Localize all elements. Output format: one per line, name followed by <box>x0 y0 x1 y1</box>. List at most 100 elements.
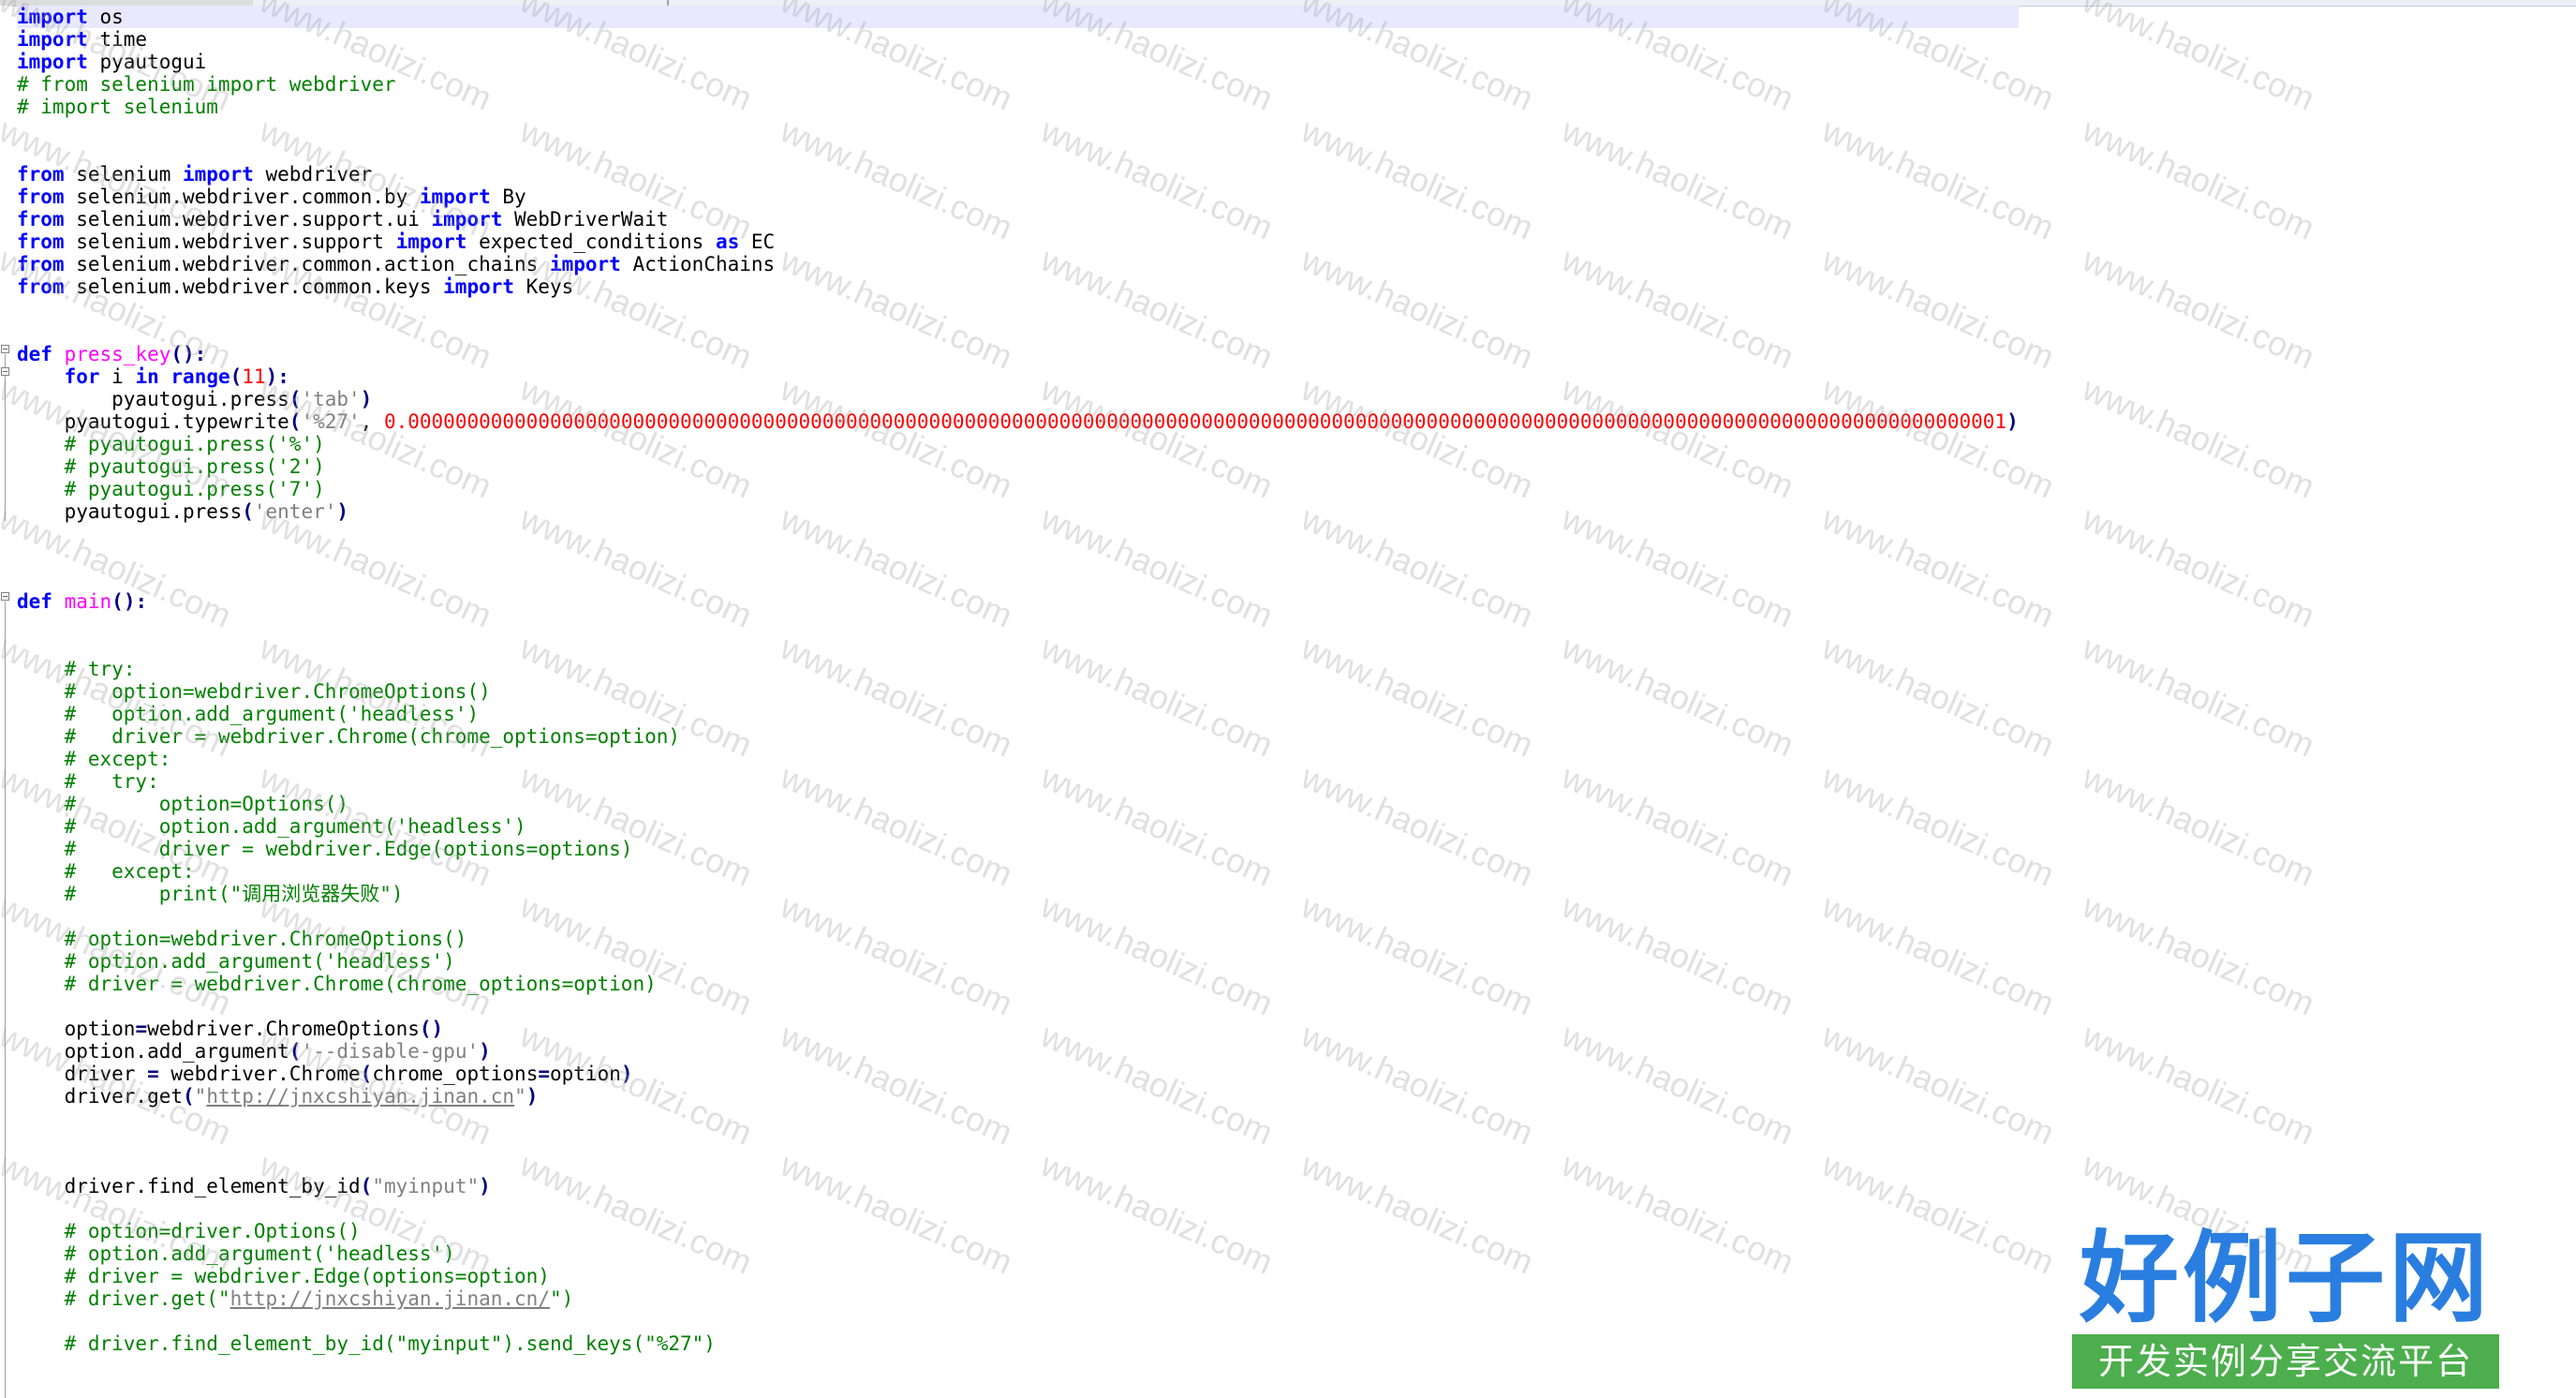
code-line[interactable]: from selenium import webdriver <box>17 163 2019 186</box>
code-line[interactable]: driver.get("http://jnxcshiyan.jinan.cn") <box>17 1085 2019 1108</box>
code-line[interactable]: from selenium.webdriver.support import e… <box>17 231 2019 253</box>
code-token-op: ) <box>479 1040 491 1063</box>
fold-toggle-press-key[interactable] <box>1 345 9 353</box>
code-line[interactable] <box>17 905 2019 928</box>
code-line[interactable]: # except: <box>17 860 2019 883</box>
code-token-plain: webdriver.ChromeOptions <box>147 1018 420 1040</box>
code-token-kw: import <box>443 275 515 298</box>
code-token-op: (): <box>111 590 148 613</box>
code-line[interactable]: # option.add_argument('headless') <box>17 1242 2019 1265</box>
code-token-com: # driver = webdriver.Chrome(chrome_optio… <box>64 725 681 748</box>
code-line[interactable]: import os <box>17 6 2019 28</box>
code-line[interactable]: # option=driver.Options() <box>17 1220 2019 1242</box>
code-line[interactable]: def main(): <box>17 590 2019 613</box>
code-token-kw: def <box>17 590 52 613</box>
code-line[interactable] <box>17 1197 2019 1220</box>
code-line[interactable]: from selenium.webdriver.support.ui impor… <box>17 208 2019 231</box>
code-line[interactable]: for i in range(11): <box>17 365 2019 388</box>
code-line[interactable]: # driver = webdriver.Edge(options=option… <box>17 838 2019 860</box>
code-line[interactable] <box>17 1130 2019 1153</box>
code-line[interactable]: option.add_argument('--disable-gpu') <box>17 1040 2019 1063</box>
code-line[interactable]: from selenium.webdriver.common.keys impo… <box>17 275 2019 298</box>
code-line[interactable]: # pyautogui.press('2') <box>17 455 2019 478</box>
code-token-plain: chrome_options <box>372 1063 539 1085</box>
code-line[interactable]: import time <box>17 28 2019 51</box>
code-line[interactable]: # driver = webdriver.Chrome(chrome_optio… <box>17 725 2019 748</box>
code-line[interactable]: # option=Options() <box>17 793 2019 815</box>
code-line[interactable] <box>17 1377 2019 1398</box>
code-line[interactable] <box>17 141 2019 163</box>
fold-range-line <box>5 354 6 521</box>
code-line[interactable] <box>17 523 2019 545</box>
code-line[interactable] <box>17 1355 2019 1377</box>
code-token-op: ( <box>289 410 302 433</box>
code-line[interactable]: # from selenium import webdriver <box>17 73 2019 96</box>
code-line[interactable]: # option=webdriver.ChromeOptions() <box>17 928 2019 950</box>
code-token-plain: pyautogui.typewrite <box>17 410 289 433</box>
code-token-op: ) <box>526 1085 539 1108</box>
code-token-link[interactable]: http://jnxcshiyan.jinan.cn <box>206 1085 514 1108</box>
code-line[interactable]: # try: <box>17 770 2019 793</box>
code-line[interactable]: driver.find_element_by_id("myinput") <box>17 1175 2019 1197</box>
code-line[interactable]: pyautogui.press('tab') <box>17 388 2019 410</box>
code-line[interactable] <box>17 613 2019 635</box>
code-line[interactable]: # option=webdriver.ChromeOptions() <box>17 680 2019 703</box>
code-token-str: " <box>514 1085 526 1108</box>
code-token-kw: range <box>170 365 230 388</box>
code-line[interactable] <box>17 1108 2019 1130</box>
code-line[interactable] <box>17 635 2019 658</box>
code-token-plain: option.add_argument <box>17 1040 289 1063</box>
code-line[interactable] <box>17 320 2019 343</box>
code-line[interactable]: # driver.get("http://jnxcshiyan.jinan.cn… <box>17 1287 2019 1310</box>
code-line[interactable]: # pyautogui.press('%') <box>17 433 2019 455</box>
fold-toggle-main[interactable] <box>1 592 9 601</box>
code-line[interactable] <box>17 995 2019 1018</box>
code-token-com: # option=webdriver.ChromeOptions() <box>64 928 467 950</box>
code-text-area[interactable]: import os import time import pyautogui # fr… <box>17 6 2019 1398</box>
code-token-op: ) <box>479 1175 491 1197</box>
code-line[interactable]: # print("调用浏览器失败") <box>17 883 2019 905</box>
code-line[interactable]: # except: <box>17 748 2019 770</box>
watermark-text: www.haolizi.com <box>2077 886 2321 1023</box>
code-line[interactable] <box>17 568 2019 590</box>
code-line[interactable] <box>17 118 2019 141</box>
code-line[interactable] <box>17 1153 2019 1175</box>
code-line[interactable]: # import selenium <box>17 96 2019 118</box>
code-line[interactable]: pyautogui.press('enter') <box>17 500 2019 523</box>
code-line[interactable]: # driver = webdriver.Edge(options=option… <box>17 1265 2019 1287</box>
code-line[interactable]: # driver.find_element_by_id("myinput").s… <box>17 1332 2019 1355</box>
code-token-com: # option.add_argument('headless') <box>64 1242 455 1265</box>
code-token-fn: press_key <box>64 343 171 365</box>
code-line[interactable]: pyautogui.typewrite('%27', 0.00000000000… <box>17 410 2019 433</box>
code-editor[interactable]: import os import time import pyautogui # fr… <box>0 0 2576 1398</box>
code-token-com: ") <box>549 1287 574 1310</box>
code-line[interactable]: # pyautogui.press('7') <box>17 478 2019 500</box>
code-token-com: # except: <box>64 748 171 770</box>
code-line[interactable] <box>17 545 2019 568</box>
code-line[interactable]: # try: <box>17 658 2019 680</box>
code-line[interactable]: # option.add_argument('headless') <box>17 815 2019 838</box>
code-token-link[interactable]: http://jnxcshiyan.jinan.cn/ <box>230 1287 550 1310</box>
code-token-plain: driver <box>17 1063 148 1085</box>
code-line[interactable]: import pyautogui <box>17 51 2019 73</box>
code-line[interactable]: driver = webdriver.Chrome(chrome_options… <box>17 1063 2019 1085</box>
code-token-kw: import <box>17 51 88 73</box>
fold-toggle-for-loop[interactable] <box>1 367 9 376</box>
code-line[interactable]: # option.add_argument('headless') <box>17 950 2019 973</box>
code-line[interactable] <box>17 298 2019 320</box>
code-line[interactable]: from selenium.webdriver.common.action_ch… <box>17 253 2019 275</box>
code-line[interactable]: # driver = webdriver.Chrome(chrome_optio… <box>17 973 2019 995</box>
code-line[interactable]: # option.add_argument('headless') <box>17 703 2019 725</box>
code-token-plain: pyautogui.press <box>17 388 289 410</box>
code-token-com: # option.add_argument('headless') <box>64 815 526 838</box>
code-line[interactable]: def press_key(): <box>17 343 2019 365</box>
code-line[interactable]: from selenium.webdriver.common.by import… <box>17 186 2019 208</box>
code-line[interactable] <box>17 1310 2019 1332</box>
code-line[interactable]: option=webdriver.ChromeOptions() <box>17 1018 2019 1040</box>
